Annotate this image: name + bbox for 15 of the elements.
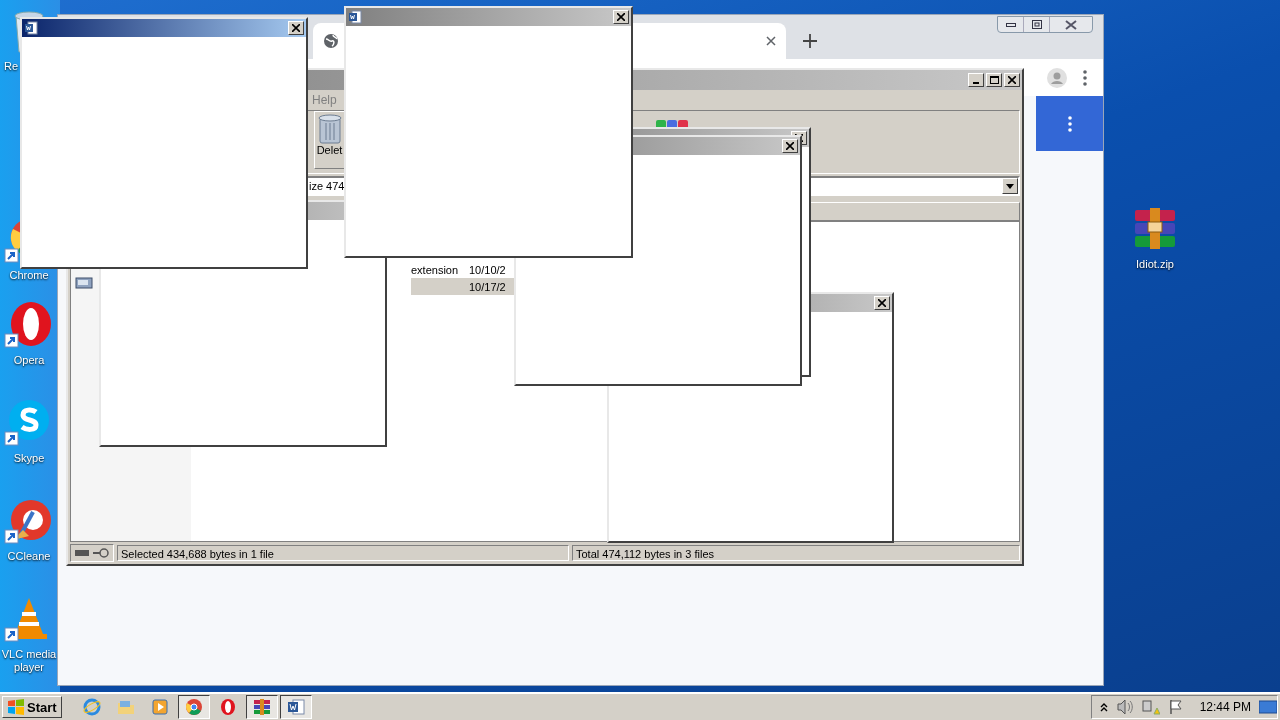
icon-label: CCleane: [6, 550, 52, 563]
icon-label: VLC media player: [1, 648, 57, 674]
clock[interactable]: 12:44 PM: [1199, 700, 1251, 714]
icon-label: Chrome: [8, 269, 50, 282]
file-date: 10/17/2: [469, 280, 506, 293]
delete-button[interactable]: Delet: [314, 111, 345, 169]
icon-label: Skype: [12, 452, 46, 465]
file-date: 10/10/2: [469, 263, 506, 276]
status-text: Selected 434,688 bytes in 1 file: [117, 545, 569, 561]
icon-label: Idiot.zip: [1135, 258, 1175, 271]
start-button[interactable]: Start: [2, 696, 62, 718]
status-text: Total 474,112 bytes in 3 files: [572, 545, 1020, 561]
file-name: extension: [411, 263, 459, 276]
icon-label: Opera: [12, 354, 46, 367]
icon-label: Re: [4, 60, 19, 73]
